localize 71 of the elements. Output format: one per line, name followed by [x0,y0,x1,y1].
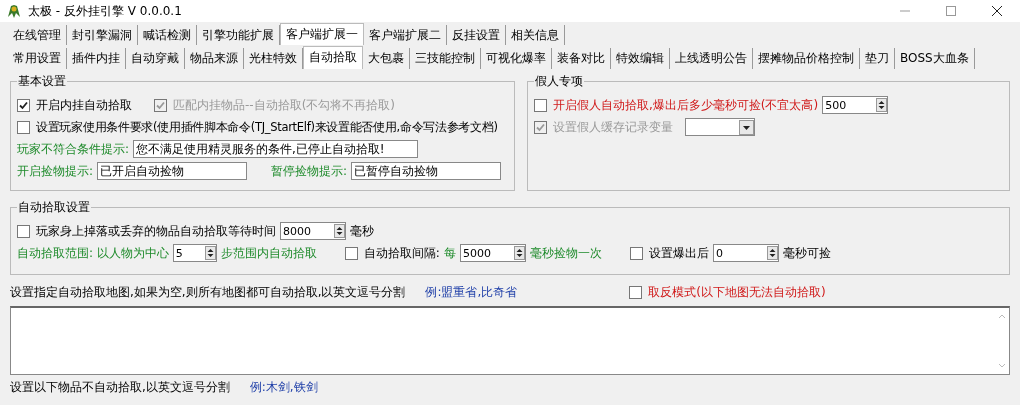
spin-box[interactable]: 0 [712,244,779,262]
checkbox[interactable] [629,285,643,299]
field-label: 每 [443,244,456,262]
tab[interactable]: 垫刀 [860,48,895,69]
checkbox-label: 开启内挂自动拾取 [36,96,132,114]
input-field[interactable]: 您不满足使用精灵服务的条件,已停止自动拾取! [133,140,419,158]
text-area[interactable] [10,306,1010,375]
tab[interactable]: BOSS大血条 [895,48,975,69]
spin-box[interactable]: 500 [822,96,889,114]
spin-box[interactable]: 5 [172,244,217,262]
checkbox-label: 设置假人缓存记录变量 [553,118,673,136]
tab[interactable]: 反挂设置 [447,25,506,45]
tab[interactable]: 可视化爆率 [481,48,552,69]
unit-label: 毫秒捡物一次 [529,244,602,262]
group-title: 假人专项 [534,73,584,90]
tab[interactable]: 物品来源 [185,48,244,69]
tab[interactable]: 插件内挂 [67,48,126,69]
tab[interactable]: 特效编辑 [611,48,670,69]
tab[interactable]: 喊话检测 [138,25,197,45]
unit-label: 毫秒 [350,222,374,240]
checkbox[interactable] [344,246,358,260]
checkbox-label: 自动拾取间隔: [363,244,440,262]
checkbox-label: 设置爆出后 [648,244,709,262]
tab[interactable]: 封引擎漏洞 [67,25,138,45]
spin-arrows-icon[interactable] [766,246,778,260]
spin-arrows-icon[interactable] [513,246,525,260]
spin-box[interactable]: 5000 [459,244,526,262]
tab[interactable]: 三技能控制 [410,48,481,69]
checkbox[interactable] [17,120,30,134]
unit-label: 步范围内自动拾取 [220,244,317,262]
tab[interactable]: 自动拾取 [303,46,363,69]
spin-arrows-icon[interactable] [876,98,888,112]
field-label: 设置以下物品不自动拾取,以英文逗号分割 [10,378,230,396]
tab[interactable]: 客户端扩展二 [364,25,447,45]
checkbox[interactable] [629,246,643,260]
spin-arrows-icon[interactable] [204,246,216,260]
tab[interactable]: 常用设置 [8,48,67,69]
tab[interactable]: 摆摊物品价格控制 [753,48,860,69]
tab[interactable]: 上线透明公告 [670,48,753,69]
tab[interactable]: 相关信息 [506,25,565,45]
checkbox-label: 玩家身上掉落或丢弃的物品自动拾取等待时间 [36,222,276,240]
input-field[interactable]: 已暂停自动捡物 [351,162,502,180]
input-field[interactable]: 已开启自动捡物 [97,162,248,180]
field-label: 设置指定自动拾取地图,如果为空,则所有地图都可自动拾取,以英文逗号分割 [10,283,406,301]
checkbox-label: 匹配内挂物品--自动拾取(不勾将不再拾取) [173,96,396,114]
window-title: 太极 - 反外挂引擎 V 0.0.0.1 [28,2,182,20]
spin-box[interactable]: 8000 [280,222,346,240]
field-label: 玩家不符合条件提示: [17,140,130,158]
example-text: 例:木剑,铁剑 [249,378,318,396]
tab[interactable]: 自动穿戴 [126,48,185,69]
group-title: 自动拾取设置 [17,199,91,216]
tab[interactable]: 客户端扩展一 [280,23,364,45]
checkbox[interactable] [17,98,30,112]
tab[interactable]: 在线管理 [8,25,67,45]
maximize-icon[interactable] [946,6,956,16]
field-label: 开启捡物提示: [17,162,94,180]
field-label: 自动拾取范围: 以人物为中心 [17,244,169,262]
checkbox-label: 设置玩家使用条件要求(使用插件脚本命令(TJ_StartElf)来设置能否使用,命令写法参考文档) [36,119,498,135]
checkbox[interactable] [534,98,547,112]
app-icon [6,3,22,19]
close-icon[interactable] [992,6,1002,16]
checkbox-label: 开启假人自动拾取,爆出后多少毫秒可捡(不宜太高) [553,96,819,114]
example-text: 例:盟重省,比奇省 [425,283,518,301]
tab[interactable]: 装备对比 [552,48,611,69]
spin-arrows-icon[interactable] [334,224,345,238]
tab[interactable]: 大包裹 [363,48,410,69]
unit-label: 毫秒可捡 [782,244,831,262]
field-label: 暂停捡物提示: [271,162,348,180]
checkbox[interactable] [17,224,30,238]
group-title: 基本设置 [17,73,67,90]
checkbox-label: 取反模式(以下地图无法自动拾取) [648,283,826,301]
